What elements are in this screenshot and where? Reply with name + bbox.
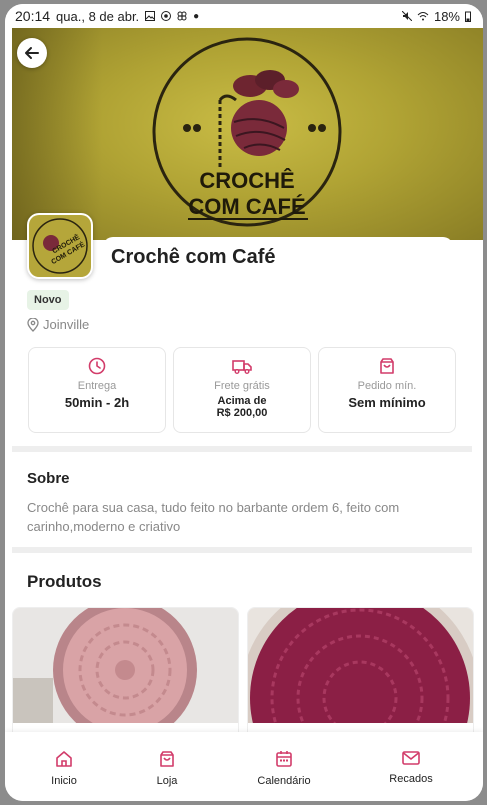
min-order-value: Sem mínimo	[348, 395, 426, 410]
nav-item-loja[interactable]: Loja	[127, 732, 207, 787]
min-order-label: Pedido mín.	[357, 380, 417, 392]
divider	[12, 446, 472, 452]
products-title: Produtos	[27, 572, 102, 591]
clock-icon	[88, 357, 106, 375]
pinwheel-icon	[177, 11, 187, 21]
store-banner: CROCHÊ COM CAFÉ	[12, 28, 483, 240]
calendar-icon	[276, 751, 292, 767]
svg-text:CROCHÊ: CROCHÊ	[199, 168, 294, 193]
delivery-time-card: Entrega 50min - 2h	[28, 347, 166, 433]
divider	[12, 547, 472, 553]
home-icon	[56, 751, 72, 767]
new-badge: Novo	[27, 290, 69, 310]
status-time: 20:14	[15, 8, 51, 24]
nav-item-recados[interactable]: Recados	[371, 732, 451, 785]
nav-label: Loja	[156, 775, 178, 787]
status-date: qua., 8 de abr.	[56, 8, 140, 24]
about-title: Sobre	[27, 470, 70, 487]
status-bar: 20:14 qua., 8 de abr. ● 18%	[5, 4, 483, 28]
battery-percent: 18%	[433, 8, 460, 24]
shopping-bag-icon	[380, 358, 394, 374]
wifi-icon	[417, 12, 429, 21]
about-text: Crochê para sua casa, tudo feito no barb…	[27, 500, 400, 534]
bottom-navigation: Inicio Loja Calendário Recados	[5, 732, 483, 801]
arrow-left-icon	[25, 47, 39, 59]
product-card[interactable]	[247, 607, 474, 749]
store-name: Crochê com Café	[111, 246, 276, 268]
delivery-value: 50min - 2h	[64, 395, 130, 410]
product-image	[13, 608, 238, 742]
product-card[interactable]	[12, 607, 239, 749]
dot-icon: ●	[193, 10, 200, 22]
free-shipping-card: Frete grátis Acima de R$ 200,00	[173, 347, 311, 433]
svg-text:COM CAFÉ: COM CAFÉ	[188, 194, 305, 219]
nav-label: Recados	[389, 773, 433, 785]
min-order-card: Pedido mín. Sem mínimo	[318, 347, 456, 433]
shipping-value-line2: R$ 200,00	[216, 407, 268, 419]
store-logo: CROCHÊ COM CAFÉ	[27, 213, 93, 279]
location-text: Joinville	[43, 317, 90, 332]
battery-icon	[465, 11, 471, 22]
location-pin-icon	[27, 317, 39, 332]
nav-label: Calendário	[257, 775, 311, 787]
banner-logo: CROCHÊ COM CAFÉ	[152, 37, 342, 227]
mute-icon	[401, 11, 412, 21]
gallery-icon	[145, 11, 156, 21]
location: Joinville	[27, 317, 89, 332]
phone-screen: 20:14 qua., 8 de abr. ● 18% CROCHÊ COM C…	[5, 4, 483, 801]
nav-item-calendario[interactable]: Calendário	[244, 732, 324, 787]
mail-icon	[402, 751, 420, 765]
chrome-icon	[161, 11, 172, 21]
product-image	[248, 608, 473, 748]
nav-item-inicio[interactable]: Inicio	[24, 732, 104, 787]
delivery-label: Entrega	[77, 380, 117, 392]
shopping-bag-icon	[160, 751, 174, 767]
nav-label: Inicio	[51, 775, 77, 787]
back-button[interactable]	[17, 38, 47, 68]
shipping-value-line1: Acima de	[217, 395, 267, 407]
truck-icon	[232, 360, 252, 374]
shipping-label: Frete grátis	[214, 380, 270, 392]
